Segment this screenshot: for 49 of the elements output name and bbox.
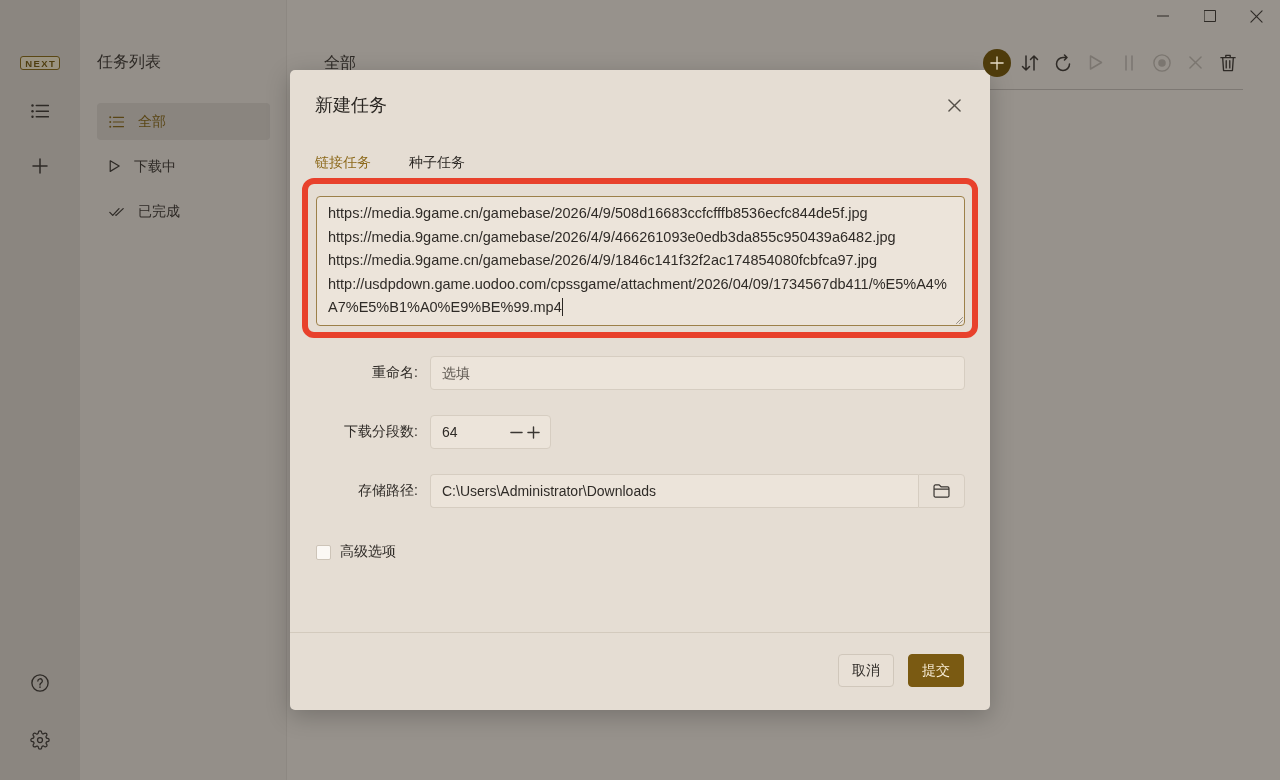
dialog-close-button[interactable] (948, 98, 961, 112)
name-input-field[interactable]: 选填 (430, 356, 965, 390)
field-label: 下载分段数: (344, 423, 418, 441)
text-cursor-icon (561, 298, 563, 316)
plus-icon (32, 158, 48, 175)
tab[interactable]: 种子任务 (409, 152, 465, 172)
settings-icon (30, 730, 50, 750)
dialog-title: 新建任务 (315, 94, 387, 117)
cancel-button[interactable]: 取消 (838, 654, 894, 687)
help-button[interactable] (31, 674, 49, 692)
task-list-nav-button[interactable] (31, 104, 49, 119)
checkbox-label: 高级选项 (340, 543, 396, 561)
panel-title: 任务列表 (97, 52, 162, 72)
new-task-nav-button[interactable] (32, 158, 48, 175)
field-label: 存储路径: (358, 482, 418, 500)
plus-icon (527, 425, 540, 439)
folder-icon (933, 484, 950, 498)
folder-button[interactable] (918, 474, 965, 508)
resize-grip-icon (956, 317, 963, 324)
plus-icon (990, 55, 1004, 70)
x-icon (1188, 56, 1202, 69)
help-icon (31, 674, 49, 692)
sort-arrows-icon (1021, 53, 1039, 72)
list-title: 全部 (324, 52, 356, 73)
links-textarea[interactable]: https://media.9game.cn/gamebase/2026/4/9/508d16683ccfcfffb8536ecfc844de5f.jpg https://media.9game.cn/gamebase/2026/4/9/466261093e0edb3da855c950439a6482.jpg https://media.9game.cn/gamebase/2026/4/9/1846c141f32f2ac174854080fcbfca97.jpg http://usdpdown.game.uodoo.com/cpssgame/attachment/2026/04/09/1734567db411/%E5%A4%A7%E5%B1%A0%E9%BE%99.mp4 (316, 196, 965, 326)
tab[interactable]: 链接任务 (315, 152, 371, 172)
close-icon (1250, 9, 1263, 23)
close-icon (948, 98, 961, 112)
submit-button[interactable]: 提交 (908, 654, 964, 687)
app-logo: NEXT (20, 56, 60, 70)
checkbox[interactable] (316, 544, 331, 560)
maximize-icon (1203, 10, 1216, 22)
field-label: 重命名: (372, 364, 418, 382)
sidebar-item[interactable]: 已完成 (97, 193, 270, 230)
settings-button[interactable] (30, 730, 50, 750)
trash-icon (1220, 53, 1236, 72)
stop-circle-icon (1153, 53, 1171, 72)
add-button[interactable] (983, 48, 1011, 77)
minimize-icon (1156, 15, 1169, 17)
refresh-icon (1054, 53, 1072, 72)
list-icon (109, 115, 124, 128)
number-field[interactable]: 64 (430, 415, 551, 449)
increment-button[interactable] (527, 425, 540, 439)
play-icon (109, 160, 121, 173)
sidebar-item[interactable]: 下载中 (97, 148, 270, 185)
play-icon (1089, 54, 1103, 71)
path-field[interactable]: C:\Users\Administrator\Downloads (430, 474, 918, 508)
double-check-icon (109, 206, 124, 217)
list-icon (31, 104, 49, 119)
